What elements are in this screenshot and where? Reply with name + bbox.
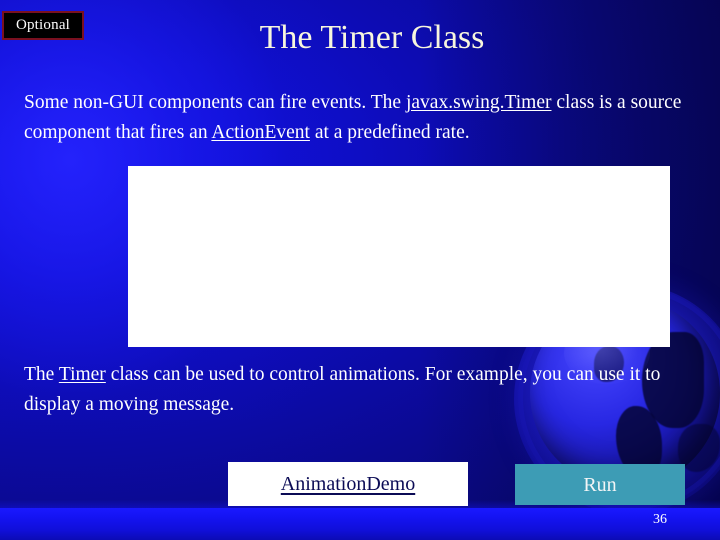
paragraph-two: The Timer class can be used to control a…: [24, 360, 710, 420]
paragraph-two-text-2: class can be used to control animations.…: [24, 364, 661, 415]
run-button[interactable]: Run: [515, 464, 685, 505]
bottom-accent-band: [0, 508, 720, 540]
animation-demo-button-label: AnimationDemo: [280, 473, 416, 495]
run-button-label: Run: [583, 473, 617, 496]
link-timer[interactable]: Timer: [59, 364, 106, 385]
slide-title: The Timer Class: [259, 19, 485, 56]
presentation-slide: Optional The Timer Class Some non-GUI co…: [0, 0, 720, 540]
page-number: 36: [653, 512, 667, 527]
optional-badge-label: Optional: [15, 17, 71, 33]
paragraph-one: Some non-GUI components can fire events.…: [24, 88, 700, 148]
embedded-content-placeholder: [128, 166, 670, 347]
paragraph-one-text-1: Some non-GUI components can fire events.…: [24, 92, 406, 113]
paragraph-two-text-1: The: [24, 364, 59, 385]
animation-demo-button[interactable]: AnimationDemo: [228, 462, 468, 506]
link-javax-swing-timer[interactable]: javax.swing.Timer: [406, 92, 552, 113]
paragraph-one-text-3: at a predefined rate.: [309, 122, 470, 143]
optional-badge: Optional: [2, 11, 84, 40]
link-action-event[interactable]: ActionEvent: [211, 122, 310, 143]
